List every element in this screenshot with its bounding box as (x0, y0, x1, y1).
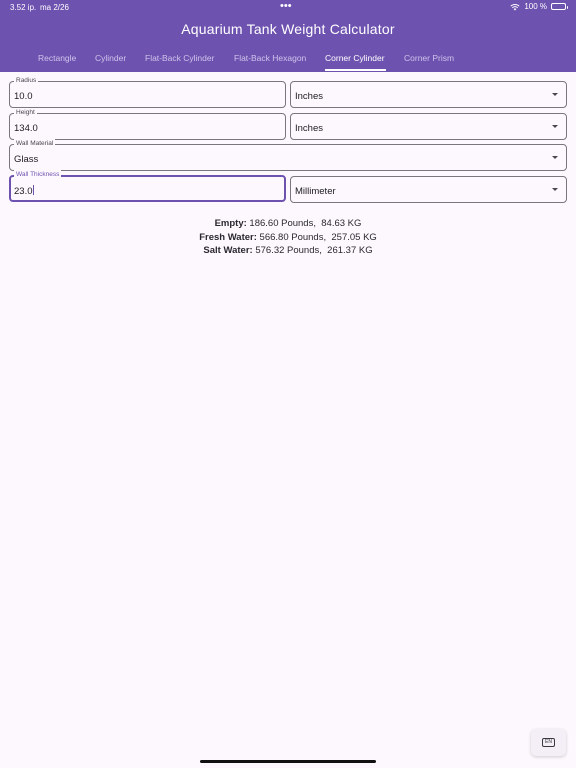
wifi-icon (510, 3, 520, 10)
result-fresh-water: Fresh Water: 566.80 Pounds, 257.05 KG (0, 231, 576, 245)
tab-cylinder[interactable]: Cylinder (95, 53, 126, 63)
multitasking-dots-icon[interactable]: ••• (280, 0, 292, 12)
battery-icon (551, 3, 568, 10)
text-caret (32, 185, 34, 195)
tab-rectangle[interactable]: Rectangle (38, 53, 76, 63)
result-empty-label: Empty: (214, 218, 247, 229)
tab-flat-back-cylinder[interactable]: Flat-Back Cylinder (145, 53, 214, 63)
result-fresh-water-kg: 257.05 KG (331, 231, 377, 243)
tab-flat-back-hexagon[interactable]: Flat-Back Hexagon (234, 53, 306, 63)
result-fresh-water-pounds: 566.80 Pounds, (259, 231, 327, 243)
radius-field[interactable]: Radius 10.0 (9, 76, 286, 108)
radius-label: Radius (14, 76, 39, 85)
result-salt-water-kg: 261.37 KG (327, 245, 373, 256)
weight-results: Empty: 186.60 Pounds, 84.63 KG Fresh Wat… (0, 217, 576, 258)
height-value: 134.0 (14, 123, 38, 134)
dropdown-arrow-icon (552, 125, 558, 128)
result-empty-pounds: 186.60 Pounds, (249, 218, 316, 229)
result-salt-water-label: Salt Water: (203, 245, 253, 256)
dropdown-arrow-icon (552, 188, 558, 191)
wall-thickness-unit-value: Millimeter (295, 186, 336, 197)
result-empty: Empty: 186.60 Pounds, 84.63 KG (0, 217, 576, 231)
wall-thickness-value: 23.0 (14, 186, 33, 197)
height-label: Height (14, 108, 37, 117)
height-unit-select[interactable]: Inches (290, 113, 567, 140)
status-date: ma 2/26 (40, 3, 69, 12)
active-tab-indicator (325, 69, 386, 71)
wall-thickness-value-wrap: 23.0 (14, 185, 34, 197)
status-time: 3.52 ip. (10, 3, 37, 12)
wall-thickness-unit-select[interactable]: Millimeter (290, 176, 567, 203)
tab-corner-prism[interactable]: Corner Prism (404, 53, 454, 63)
status-bar: 3.52 ip. ma 2/26 ••• 100 % (0, 0, 576, 14)
height-field[interactable]: Height 134.0 (9, 108, 286, 140)
radius-value: 10.0 (14, 91, 33, 102)
app-root: 3.52 ip. ma 2/26 ••• 100 % Aquarium Tank… (0, 0, 576, 768)
keyboard-language-button[interactable]: EN (531, 729, 566, 756)
shape-tabs: Rectangle Cylinder Flat-Back Cylinder Fl… (0, 50, 576, 72)
wall-thickness-field[interactable]: Wall Thickness 23.0 (9, 170, 286, 202)
height-unit-value: Inches (295, 123, 323, 134)
status-right: 100 % (510, 2, 568, 11)
battery-percent: 100 % (524, 2, 547, 11)
radius-unit-value: Inches (295, 91, 323, 102)
wall-material-label: Wall Material (14, 139, 56, 148)
result-salt-water-pounds: 576.32 Pounds, (255, 245, 322, 256)
wall-material-select[interactable]: Wall Material Glass (9, 139, 567, 171)
keyboard-icon: EN (542, 738, 555, 747)
dropdown-arrow-icon (552, 93, 558, 96)
result-empty-kg: 84.63 KG (321, 218, 362, 229)
wall-thickness-label: Wall Thickness (14, 170, 62, 179)
tab-corner-cylinder[interactable]: Corner Cylinder (325, 53, 385, 63)
home-indicator[interactable] (200, 760, 376, 763)
radius-unit-select[interactable]: Inches (290, 81, 567, 108)
result-salt-water: Salt Water: 576.32 Pounds, 261.37 KG (0, 244, 576, 258)
result-fresh-water-label: Fresh Water: (199, 231, 257, 243)
app-title: Aquarium Tank Weight Calculator (181, 21, 395, 37)
wall-material-value: Glass (14, 154, 39, 165)
dropdown-arrow-icon (552, 156, 558, 159)
app-header: 3.52 ip. ma 2/26 ••• 100 % Aquarium Tank… (0, 0, 576, 72)
